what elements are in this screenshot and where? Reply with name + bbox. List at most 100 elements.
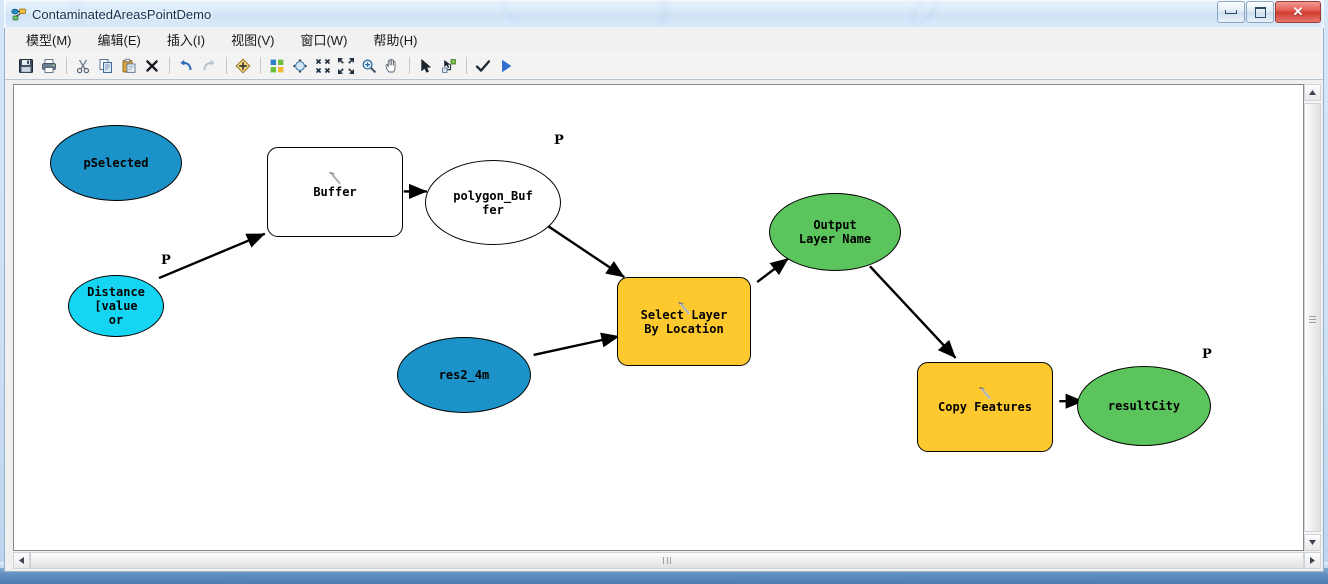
select-arrow-icon — [421, 58, 432, 73]
scroll-right-button[interactable] — [1304, 552, 1321, 569]
zoom-out-fixed-icon — [315, 58, 331, 73]
node-pselected-label: pSelected — [83, 156, 149, 170]
paste-button[interactable] — [118, 55, 140, 77]
redo-button[interactable] — [198, 55, 220, 77]
chevron-left-icon — [19, 557, 24, 564]
copy-button[interactable] — [95, 55, 117, 77]
chevron-up-icon — [1309, 90, 1316, 95]
vertical-scroll-track[interactable] — [1304, 101, 1321, 534]
node-polygon-buffer[interactable]: polygon_Buf fer — [425, 160, 561, 245]
edge-select-to-output — [756, 257, 790, 283]
save-button[interactable] — [15, 55, 37, 77]
cut-button[interactable] — [72, 55, 94, 77]
zoom-out-fixed-button[interactable] — [312, 55, 334, 77]
window-controls: ✕ — [1216, 1, 1321, 23]
auto-layout-icon — [270, 59, 284, 72]
edge-distance-to-buffer — [158, 232, 266, 280]
select-arrow-button[interactable] — [415, 55, 437, 77]
node-distance[interactable]: Distance [value or — [68, 275, 164, 337]
edge-polygon-to-select — [544, 222, 625, 279]
node-resultcity[interactable]: resultCity — [1077, 366, 1211, 446]
minimize-button[interactable] — [1217, 1, 1245, 23]
print-icon — [42, 58, 56, 73]
toolbar-separator — [260, 57, 261, 74]
node-output-layer-label: Output Layer Name — [798, 218, 872, 246]
scroll-down-button[interactable] — [1304, 534, 1321, 551]
node-pselected[interactable]: pSelected — [50, 125, 182, 201]
node-res2-4m[interactable]: res2_4m — [397, 337, 531, 413]
node-copy-features[interactable]: Copy Features — [917, 362, 1053, 452]
zoom-in-fixed-button[interactable] — [335, 55, 357, 77]
node-resultcity-label: resultCity — [1107, 399, 1181, 413]
menu-window[interactable]: 窗口(W) — [291, 28, 356, 51]
menu-help[interactable]: 帮助(H) — [364, 28, 426, 51]
run-button[interactable] — [495, 55, 517, 77]
pan-icon — [385, 58, 396, 72]
toolbar-separator — [169, 57, 170, 74]
undo-button[interactable] — [175, 55, 197, 77]
parameter-label-distance: P — [161, 253, 171, 268]
node-output-layer-name[interactable]: Output Layer Name — [769, 193, 901, 271]
redo-icon — [203, 59, 215, 70]
horizontal-scroll-thumb[interactable] — [30, 552, 1304, 569]
hammer-icon — [674, 285, 694, 322]
horizontal-scrollbar[interactable] — [13, 552, 1321, 569]
maximize-icon — [1254, 6, 1266, 18]
hammer-icon — [325, 155, 345, 192]
zoom-in-button[interactable] — [358, 55, 380, 77]
chevron-down-icon — [1309, 540, 1316, 545]
pan-button[interactable] — [381, 55, 403, 77]
parameter-label-resultcity: P — [1202, 347, 1212, 362]
vertical-scrollbar[interactable] — [1304, 84, 1321, 551]
cut-icon — [76, 59, 90, 73]
full-extent-button[interactable] — [289, 55, 311, 77]
menu-bar: 模型(M) 编辑(E) 插入(I) 视图(V) 窗口(W) 帮助(H) — [5, 28, 1323, 52]
model-canvas[interactable]: pSelected Distance [value or P Buffer po… — [13, 84, 1304, 551]
tool-bar — [5, 52, 1323, 80]
node-buffer[interactable]: Buffer — [267, 147, 403, 237]
add-data-icon — [235, 58, 251, 73]
delete-icon — [146, 59, 158, 72]
run-play-icon — [502, 59, 512, 72]
close-icon: ✕ — [1292, 4, 1304, 19]
auto-layout-button[interactable] — [266, 55, 288, 77]
close-button[interactable]: ✕ — [1275, 1, 1321, 23]
undo-icon — [180, 59, 192, 70]
scroll-grip-icon — [1309, 314, 1316, 323]
window-client-area: 模型(M) 编辑(E) 插入(I) 视图(V) 窗口(W) 帮助(H) pSel… — [4, 28, 1324, 572]
menu-insert[interactable]: 插入(I) — [158, 28, 214, 51]
vertical-scroll-thumb[interactable] — [1304, 103, 1321, 532]
title-bar[interactable]: ContaminatedAreasPointDemo ✕ — [4, 0, 1324, 29]
canvas-region: pSelected Distance [value or P Buffer po… — [5, 80, 1323, 551]
node-polygon-buffer-label: polygon_Buf fer — [453, 188, 533, 217]
copy-icon — [99, 58, 112, 73]
connect-button[interactable] — [438, 55, 460, 77]
minimize-icon — [1225, 10, 1237, 14]
hammer-icon — [975, 370, 995, 407]
menu-edit[interactable]: 编辑(E) — [89, 28, 150, 51]
print-button[interactable] — [38, 55, 60, 77]
validate-button[interactable] — [472, 55, 494, 77]
delete-button[interactable] — [141, 55, 163, 77]
toolbar-separator — [226, 57, 227, 74]
chevron-right-icon — [1310, 557, 1315, 564]
scroll-left-button[interactable] — [13, 552, 30, 569]
window-title: ContaminatedAreasPointDemo — [32, 6, 212, 22]
menu-view[interactable]: 视图(V) — [222, 28, 283, 51]
toolbar-separator — [466, 57, 467, 74]
scroll-grip-icon — [663, 557, 671, 564]
zoom-in-fixed-icon — [338, 57, 354, 74]
paste-icon — [122, 58, 136, 73]
full-extent-icon — [292, 58, 308, 73]
validate-check-icon — [475, 59, 491, 72]
connect-icon — [442, 58, 456, 73]
scroll-up-button[interactable] — [1304, 84, 1321, 101]
parameter-label-polygon-buffer: P — [554, 133, 564, 148]
maximize-button[interactable] — [1246, 1, 1274, 23]
node-select-layer-by-location[interactable]: Select Layer By Location — [617, 277, 751, 366]
model-builder-icon — [11, 6, 27, 22]
add-data-button[interactable] — [232, 55, 254, 77]
node-res2-4m-label: res2_4m — [438, 368, 490, 382]
menu-model[interactable]: 模型(M) — [17, 28, 81, 51]
edge-res2-to-select — [533, 332, 620, 357]
